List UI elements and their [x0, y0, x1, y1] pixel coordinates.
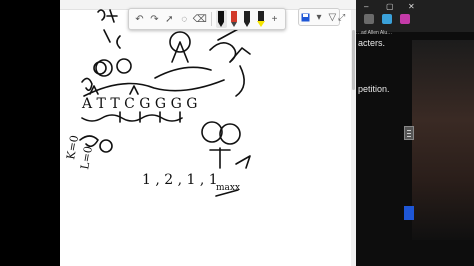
close-icon[interactable]: ✕: [408, 2, 415, 11]
webcam-video: [412, 40, 474, 240]
expand-icon[interactable]: ⤢: [338, 12, 345, 23]
redo-icon[interactable]: ↷: [148, 11, 161, 27]
handwriting-layer: A T T C G G G G K=0 L=0 1 , 2 , 1 , 1 ma…: [64, 9, 251, 197]
side-panel: – ▢ ✕ …ad Allen Alu… acters. petition.: [356, 0, 474, 266]
select-icon[interactable]: ➚: [163, 11, 176, 27]
save-icon[interactable]: [300, 11, 312, 23]
sequence-row: 1 , 2 , 1 , 1: [142, 172, 218, 188]
pen-black-2-icon[interactable]: [242, 10, 253, 28]
side-panel-header: – ▢ ✕: [356, 0, 474, 32]
var-k: K=0: [64, 134, 81, 160]
var-l: L=0: [78, 145, 95, 170]
chevron-down-icon[interactable]: ▾: [313, 11, 325, 23]
ink-toolbar: ↶ ↷ ➚ ◌ ⌫ +: [128, 8, 286, 30]
letters-row: A T T C G G G G: [81, 96, 197, 112]
filter-icon[interactable]: ▽: [326, 11, 338, 23]
maximize-icon[interactable]: ▢: [386, 2, 394, 11]
app-icon-2[interactable]: [382, 14, 392, 24]
undo-icon[interactable]: ↶: [133, 11, 146, 27]
add-pen-icon[interactable]: +: [268, 11, 281, 27]
highlighter-yellow-icon[interactable]: [255, 10, 266, 28]
pen-red-icon[interactable]: [229, 10, 240, 28]
left-black-region: [0, 0, 60, 266]
drag-handle-icon[interactable]: [404, 126, 414, 140]
minimize-icon[interactable]: –: [364, 2, 368, 11]
app-icon-3[interactable]: [400, 14, 410, 24]
lasso-icon[interactable]: ◌: [178, 11, 191, 27]
save-toolbar: ▾ ▽: [298, 8, 340, 26]
eraser-icon[interactable]: ⌫: [193, 11, 207, 27]
side-panel-title: …ad Allen Alu…: [356, 30, 393, 36]
side-text-line-2: petition.: [358, 84, 390, 94]
word-max: maxx: [216, 183, 240, 193]
app-icon-1[interactable]: [364, 14, 374, 24]
toolbar-divider: [210, 12, 212, 26]
pen-black-icon[interactable]: [215, 10, 227, 28]
side-text-line-1: acters.: [358, 38, 386, 48]
scrollbar-thumb[interactable]: [352, 30, 355, 90]
blue-indicator: [404, 206, 414, 220]
